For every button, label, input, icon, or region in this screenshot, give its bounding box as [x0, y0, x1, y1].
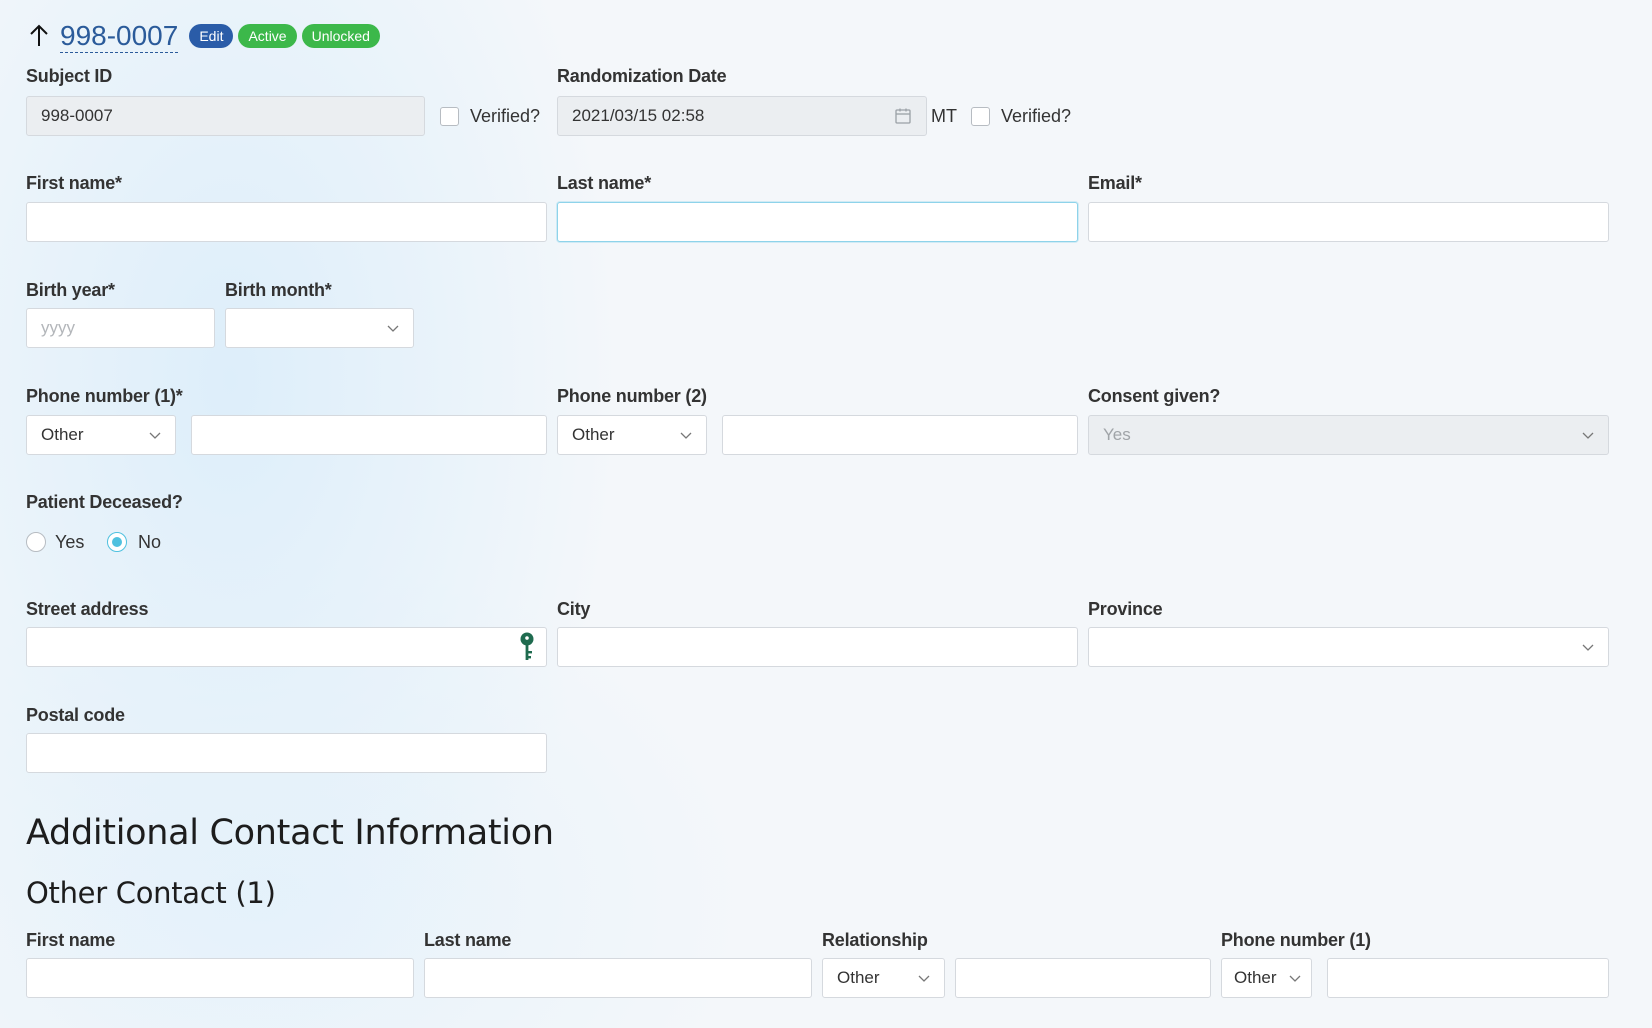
- deceased-no-label: No: [138, 532, 162, 552]
- province-label: Province: [1088, 599, 1163, 619]
- relationship-other-input[interactable]: [955, 958, 1211, 998]
- city-input[interactable]: [557, 627, 1078, 667]
- postal-code-label: Postal code: [26, 705, 125, 725]
- last-name-input[interactable]: [557, 202, 1078, 242]
- chevron-down-icon: [1289, 975, 1301, 982]
- subject-id-value: 998-0007: [41, 106, 113, 125]
- contact-phone-label: Phone number (1): [1221, 930, 1371, 950]
- phone1-type-value: Other: [41, 425, 84, 444]
- birth-year-label: Birth year*: [26, 280, 115, 300]
- record-header: 998-0007 Edit Active Unlocked: [26, 16, 380, 56]
- birth-month-select[interactable]: [225, 308, 414, 348]
- record-id-link[interactable]: 998-0007: [60, 20, 179, 53]
- randomization-verified-checkbox[interactable]: [971, 107, 990, 126]
- subject-id-verified-checkbox[interactable]: [440, 107, 459, 126]
- phone1-label: Phone number (1)*: [26, 386, 183, 406]
- deceased-yes-label: Yes: [55, 532, 85, 552]
- phone1-input[interactable]: [191, 415, 547, 455]
- consent-label: Consent given?: [1088, 386, 1221, 406]
- phone2-label: Phone number (2): [557, 386, 707, 406]
- status-badge-unlocked: Unlocked: [301, 24, 380, 48]
- calendar-icon[interactable]: [894, 107, 912, 125]
- randomization-date-field[interactable]: 2021/03/15 02:58: [557, 96, 927, 136]
- contact-first-name-input[interactable]: [26, 958, 414, 998]
- deceased-radio-no[interactable]: [107, 532, 127, 552]
- randomization-verified-label: Verified?: [1001, 106, 1072, 126]
- consent-select[interactable]: Yes: [1088, 415, 1609, 455]
- contact-first-name-label: First name: [26, 930, 116, 950]
- subject-id-field[interactable]: 998-0007: [26, 96, 425, 136]
- first-name-input[interactable]: [26, 202, 547, 242]
- relationship-value: Other: [837, 968, 880, 987]
- phone2-type-value: Other: [572, 425, 615, 444]
- edit-badge[interactable]: Edit: [189, 24, 234, 48]
- email-input[interactable]: [1088, 202, 1609, 242]
- additional-contact-heading: Additional Contact Information: [26, 813, 554, 853]
- chevron-down-icon: [1582, 644, 1594, 651]
- phone1-type-select[interactable]: Other: [26, 415, 176, 455]
- chevron-down-icon: [387, 325, 399, 332]
- chevron-down-icon: [918, 975, 930, 982]
- key-icon[interactable]: [518, 631, 536, 663]
- contact-last-name-input[interactable]: [424, 958, 812, 998]
- randomization-date-label: Randomization Date: [557, 66, 727, 86]
- consent-value: Yes: [1103, 425, 1131, 444]
- last-name-label: Last name*: [557, 173, 652, 193]
- birth-year-input[interactable]: yyyy: [26, 308, 215, 348]
- postal-code-input[interactable]: [26, 733, 547, 773]
- birth-month-label: Birth month*: [225, 280, 332, 300]
- street-address-label: Street address: [26, 599, 149, 619]
- contact-last-name-label: Last name: [424, 930, 512, 950]
- contact-phone-type-value: Other: [1234, 968, 1277, 987]
- birth-year-placeholder: yyyy: [41, 318, 75, 337]
- randomization-date-value: 2021/03/15 02:58: [572, 106, 705, 125]
- arrow-up-icon[interactable]: [26, 23, 52, 49]
- relationship-select[interactable]: Other: [822, 958, 945, 998]
- chevron-down-icon: [680, 432, 692, 439]
- status-badge-active: Active: [238, 24, 297, 48]
- phone2-input[interactable]: [722, 415, 1078, 455]
- deceased-label: Patient Deceased?: [26, 492, 183, 512]
- chevron-down-icon: [1582, 432, 1594, 439]
- contact-phone-input[interactable]: [1327, 958, 1609, 998]
- relationship-label: Relationship: [822, 930, 928, 950]
- chevron-down-icon: [149, 432, 161, 439]
- street-address-input[interactable]: [26, 627, 547, 667]
- email-label: Email*: [1088, 173, 1142, 193]
- subject-id-label: Subject ID: [26, 66, 113, 86]
- phone2-type-select[interactable]: Other: [557, 415, 707, 455]
- other-contact-heading: Other Contact (1): [26, 876, 276, 910]
- first-name-label: First name*: [26, 173, 122, 193]
- deceased-radio-yes[interactable]: [26, 532, 46, 552]
- city-label: City: [557, 599, 591, 619]
- contact-phone-type-select[interactable]: Other: [1221, 958, 1312, 998]
- subject-id-verified-label: Verified?: [470, 106, 541, 126]
- timezone-label: MT: [931, 106, 957, 126]
- province-select[interactable]: [1088, 627, 1609, 667]
